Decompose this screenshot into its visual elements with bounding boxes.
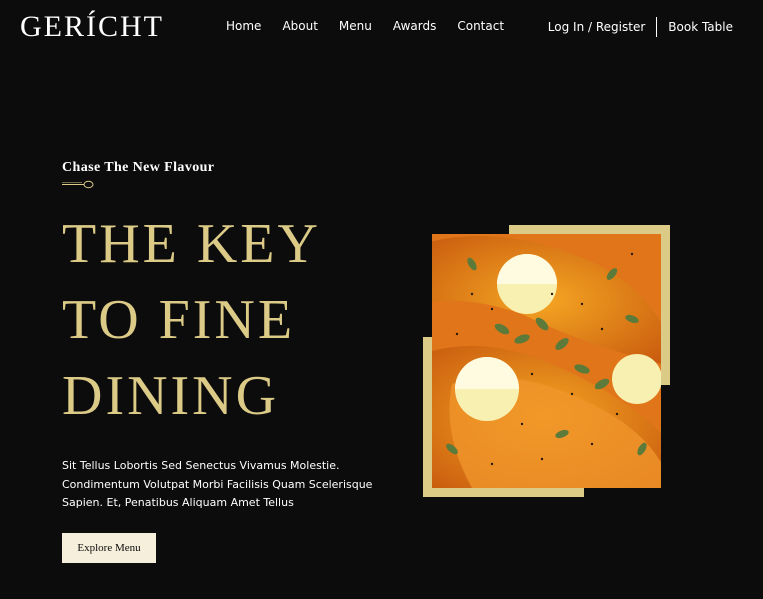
nav-home-link[interactable]: Home bbox=[226, 19, 261, 33]
hero-food-image bbox=[432, 234, 661, 488]
nav-about-link[interactable]: About bbox=[282, 19, 317, 33]
main-nav: Home About Menu Awards Contact bbox=[226, 19, 525, 33]
explore-menu-button[interactable]: Explore Menu bbox=[62, 533, 156, 563]
nav-contact-link[interactable]: Contact bbox=[457, 19, 504, 33]
site-logo[interactable]: GERÍCHT bbox=[20, 10, 164, 44]
auth-divider bbox=[656, 17, 658, 37]
headline-line-2: TO FINE bbox=[62, 289, 296, 351]
hero-subtitle: Chase The New Flavour bbox=[62, 160, 215, 175]
hero-headline: THE KEY TO FINE DINING bbox=[62, 206, 321, 434]
nav-awards-link[interactable]: Awards bbox=[393, 19, 436, 33]
headline-line-3: DINING bbox=[62, 365, 280, 427]
auth-links: Log In / Register Book Table bbox=[548, 17, 733, 37]
headline-line-1: THE KEY bbox=[62, 213, 321, 275]
book-table-link[interactable]: Book Table bbox=[668, 20, 733, 34]
hero-description: Sit Tellus Lobortis Sed Senectus Vivamus… bbox=[62, 459, 373, 509]
nav-menu-link[interactable]: Menu bbox=[339, 19, 372, 33]
login-register-link[interactable]: Log In / Register bbox=[548, 20, 645, 34]
spoon-icon bbox=[62, 180, 94, 189]
